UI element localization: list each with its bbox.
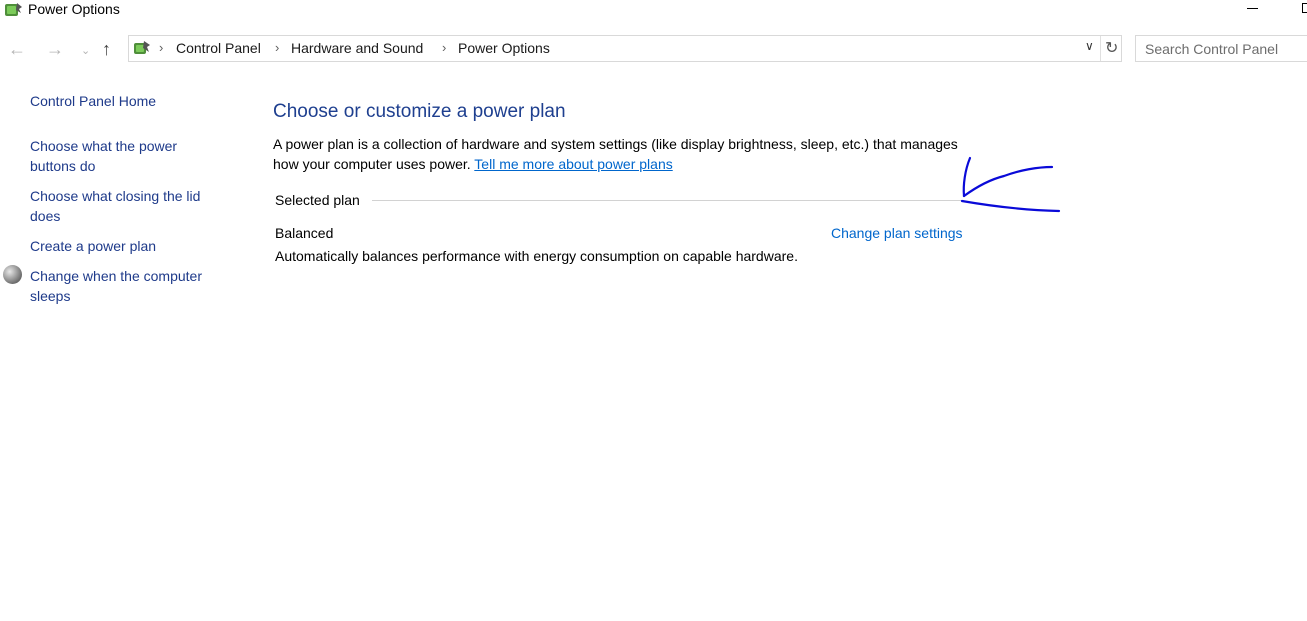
search-input[interactable]: Search Control Panel (1135, 35, 1307, 62)
control-panel-icon (134, 41, 150, 54)
chevron-down-icon[interactable]: ∨ (1085, 39, 1094, 53)
maximize-button[interactable] (1302, 3, 1307, 13)
sidebar-item-computer-sleeps[interactable]: Change when the computer sleeps (30, 266, 230, 306)
change-plan-settings-link[interactable]: Change plan settings (831, 225, 963, 241)
window-title: Power Options (28, 1, 120, 17)
chevron-right-icon: › (442, 40, 447, 55)
breadcrumb-power-options[interactable]: Power Options (458, 40, 550, 56)
plan-description: Automatically balances performance with … (275, 248, 798, 264)
section-divider (372, 200, 964, 201)
breadcrumb-control-panel[interactable]: Control Panel (176, 40, 261, 56)
recent-dropdown-icon[interactable]: ⌄ (81, 40, 90, 62)
sidebar-item-control-panel-home[interactable]: Control Panel Home (30, 91, 230, 111)
breadcrumb-hardware-and-sound[interactable]: Hardware and Sound (291, 40, 423, 56)
selected-plan-label: Selected plan (275, 192, 360, 208)
search-placeholder: Search Control Panel (1145, 41, 1279, 57)
address-bar[interactable]: › Control Panel › Hardware and Sound › P… (128, 35, 1122, 62)
title-bar: Power Options (0, 0, 1307, 22)
chevron-right-icon: › (275, 40, 280, 55)
chevron-right-icon: › (159, 40, 164, 55)
page-description: A power plan is a collection of hardware… (273, 136, 958, 172)
forward-arrow-icon[interactable]: → (46, 38, 64, 60)
page-title: Choose or customize a power plan (273, 101, 566, 122)
annotation-arrow (960, 156, 1061, 213)
sidebar-item-closing-lid[interactable]: Choose what closing the lid does (30, 186, 230, 226)
sidebar-item-power-buttons[interactable]: Choose what the power buttons do (30, 136, 230, 176)
refresh-icon[interactable]: ↻ (1105, 38, 1118, 58)
power-options-icon (5, 3, 22, 16)
power-plans-help-link[interactable]: Tell me more about power plans (474, 156, 672, 172)
address-divider (1100, 36, 1101, 61)
up-arrow-icon[interactable]: ↑ (102, 38, 111, 60)
back-arrow-icon[interactable]: ← (8, 38, 26, 60)
plan-name: Balanced (275, 225, 334, 241)
minimize-button[interactable] (1246, 0, 1260, 18)
sidebar-item-create-power-plan[interactable]: Create a power plan (30, 236, 230, 256)
moon-sleep-icon (3, 265, 22, 284)
